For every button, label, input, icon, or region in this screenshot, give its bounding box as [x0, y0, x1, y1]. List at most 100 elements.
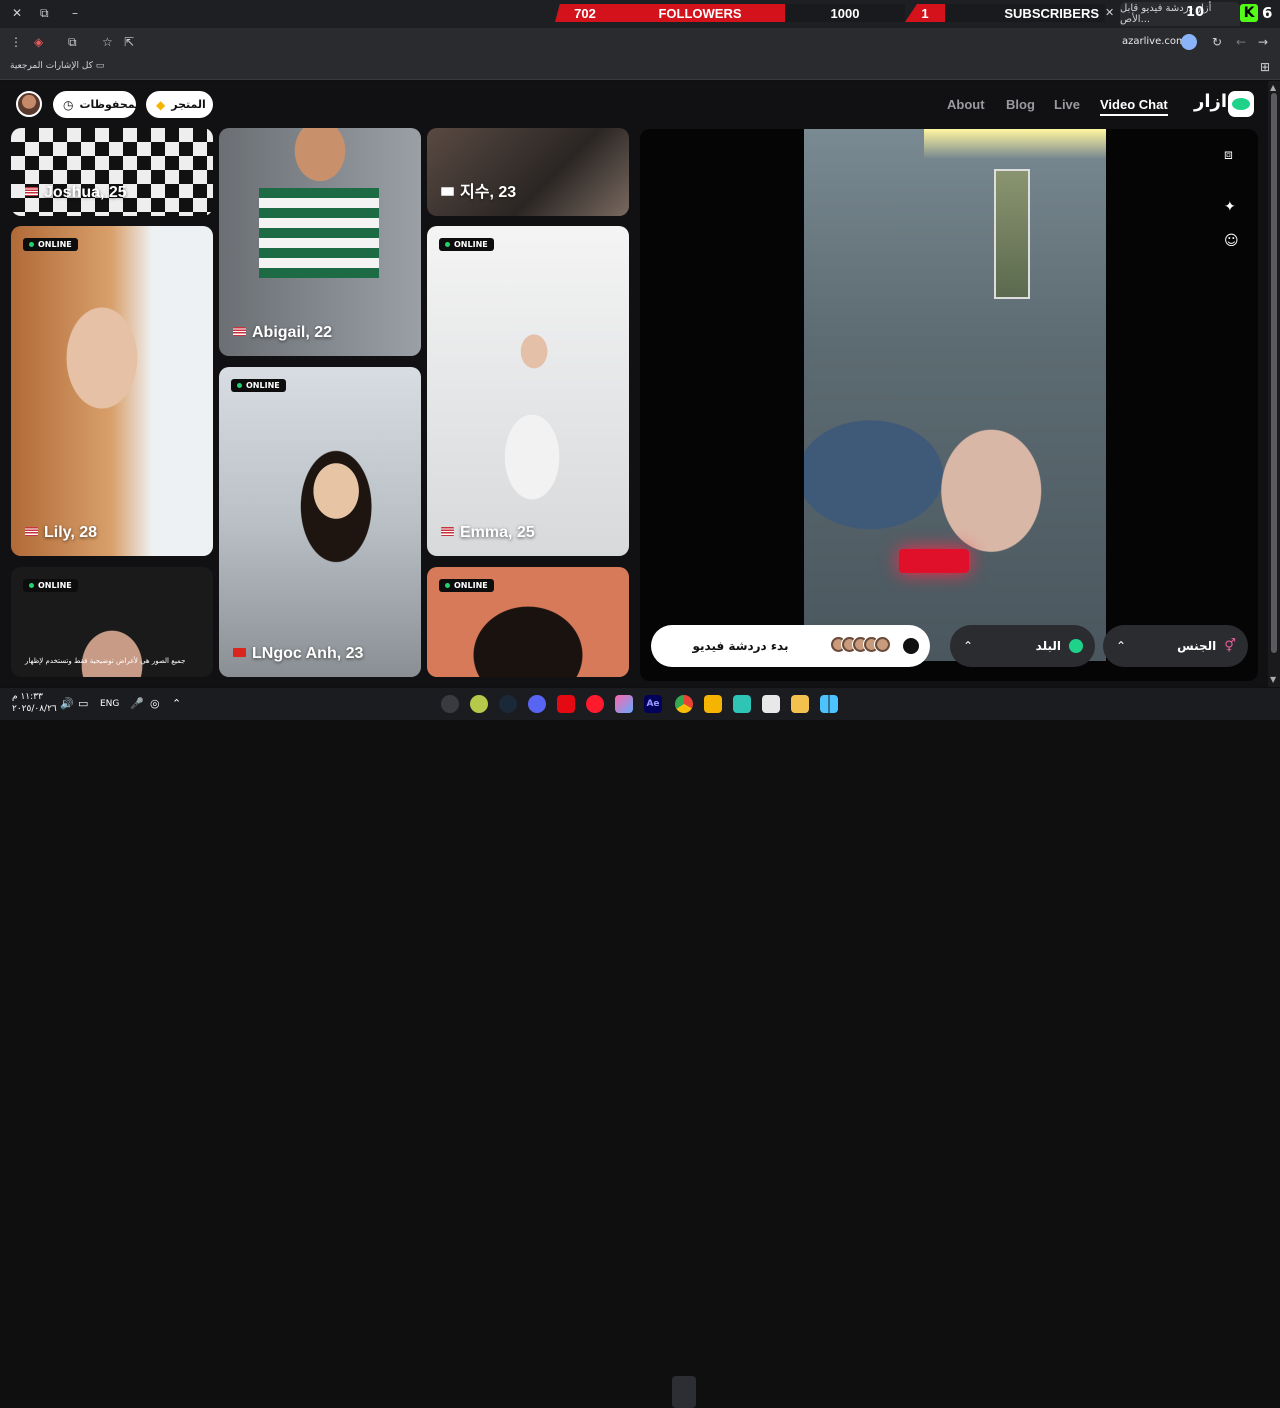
bookmark-star-icon[interactable]: ☆	[102, 35, 113, 49]
expand-icon[interactable]: ⧈	[1224, 147, 1233, 163]
clock-time: ١١:٣٣ م	[12, 692, 43, 702]
scroll-down-icon[interactable]: ▼	[1270, 675, 1276, 684]
close-window-icon[interactable]: ✕	[12, 6, 22, 20]
microphone	[899, 549, 969, 573]
profile-card[interactable]: Joshua, 25	[11, 128, 213, 216]
extension-shield-icon[interactable]: ◈	[34, 35, 43, 49]
profile-name: Lily, 28	[25, 524, 97, 542]
profile-card[interactable]: Abigail, 22	[219, 128, 421, 356]
nav-video-chat[interactable]: Video Chat	[1100, 97, 1168, 116]
language-indicator[interactable]: ENG	[100, 699, 119, 709]
azar-site: ◷ المحفوظات ◆ المتجر About Blog Live Vid…	[0, 81, 1268, 687]
sparkle-effects-icon[interactable]: ✦	[1224, 199, 1236, 215]
url-text[interactable]: azarlive.com	[1122, 36, 1186, 47]
profile-card[interactable]: ONLINE Emma, 25	[427, 226, 629, 556]
address-bar: ⋮ ◈ ⧉ ☆ ⇱ azarlive.com ↻ ← →	[0, 28, 1280, 56]
nav-live[interactable]: Live	[1054, 97, 1080, 112]
app-icon[interactable]	[470, 695, 488, 713]
wall-poster	[994, 169, 1030, 299]
gender-label: الجنس	[1177, 639, 1217, 653]
microphone-icon[interactable]: 🎤	[130, 697, 144, 710]
active-app-highlight	[672, 1376, 696, 1408]
nav-blog[interactable]: Blog	[1006, 97, 1035, 112]
country-label: البلد	[1035, 639, 1061, 653]
apps-grid-icon[interactable]: ⊞	[1260, 60, 1270, 74]
reload-icon[interactable]: ↻	[1212, 35, 1222, 49]
store-label: المتجر	[171, 98, 206, 111]
profile-card[interactable]: 지수, 23	[427, 128, 629, 216]
opera-icon[interactable]	[586, 695, 604, 713]
back-icon[interactable]: →	[1258, 35, 1268, 49]
us-flag-icon	[25, 527, 38, 536]
profile-name: Joshua, 25	[25, 184, 127, 202]
us-flag-icon	[441, 527, 454, 536]
steam-icon[interactable]	[499, 695, 517, 713]
title-bar: ✕ ⧉ – 702 FOLLOWERS 1000 1 SUBSCRIBERS ✕…	[0, 0, 1280, 28]
tab-close-icon[interactable]: ✕	[1105, 6, 1114, 19]
all-bookmarks-label: كل الإشارات المرجعية	[10, 61, 93, 71]
brand-name[interactable]: ازار	[1194, 91, 1227, 112]
gem-icon: ◆	[156, 97, 166, 112]
app-icon[interactable]	[733, 695, 751, 713]
restore-window-icon[interactable]: ⧉	[40, 6, 49, 21]
site-info-icon[interactable]	[1181, 34, 1197, 50]
profile-card[interactable]: ONLINE	[427, 567, 629, 677]
tab-number: 10	[1186, 5, 1205, 20]
profile-card[interactable]: ONLINE Lily, 28	[11, 226, 213, 556]
profile-name: LNgoc Anh, 23	[233, 645, 363, 663]
store-button[interactable]: ◆ المتجر	[146, 91, 213, 118]
scroll-up-icon[interactable]: ▲	[1270, 83, 1276, 92]
menu-icon[interactable]: ⋮	[10, 35, 22, 49]
profile-name: 지수, 23	[441, 178, 516, 202]
face-mask-icon[interactable]: ☺	[1224, 233, 1239, 249]
file-explorer-icon[interactable]	[791, 695, 809, 713]
online-badge: ONLINE	[23, 238, 78, 251]
camera-icon	[903, 638, 919, 654]
taskbar-clock[interactable]: ١١:٣٣ م ٢٠٢٥/٠٨/٢٦	[12, 691, 57, 715]
after-effects-icon[interactable]: Ae	[644, 695, 662, 713]
profile-name: Abigail, 22	[233, 324, 332, 342]
volume-icon[interactable]: 🔊	[60, 697, 74, 710]
clock-icon: ◷	[63, 97, 74, 112]
start-video-chat-label: بدء دردشة فيديو	[692, 639, 789, 653]
azar-logo-icon[interactable]	[1228, 91, 1254, 117]
followers-label: FOLLOWERS	[615, 4, 785, 22]
gender-icon: ⚥	[1224, 638, 1236, 654]
store-icon[interactable]	[762, 695, 780, 713]
netflix-icon[interactable]	[557, 695, 575, 713]
profile-card[interactable]: ONLINE LNgoc Anh, 23	[219, 367, 421, 677]
profile-card[interactable]: ONLINE جميع الصور هي لأغراض توضيحية فقط …	[11, 567, 213, 677]
page-scrollbar[interactable]: ▲ ▼	[1268, 81, 1280, 687]
profile-name: Emma, 25	[441, 524, 535, 542]
chrome-icon[interactable]	[675, 695, 693, 713]
windows-start-icon[interactable]	[820, 695, 838, 713]
nav-about[interactable]: About	[947, 97, 985, 112]
stream-overlay-bar: 702 FOLLOWERS 1000 1 SUBSCRIBERS	[555, 4, 1115, 22]
vn-flag-icon	[233, 648, 246, 657]
obs-icon[interactable]	[441, 695, 459, 713]
avatar[interactable]	[16, 91, 42, 117]
minimize-window-icon[interactable]: –	[72, 6, 78, 20]
scroll-thumb[interactable]	[1271, 93, 1277, 653]
all-bookmarks-folder[interactable]: كل الإشارات المرجعية ▭	[10, 61, 104, 71]
photos-icon[interactable]	[615, 695, 633, 713]
forward-icon[interactable]: ←	[1236, 35, 1246, 49]
install-app-icon[interactable]: ⇱	[124, 35, 134, 49]
subscribers-label: SUBSCRIBERS	[945, 4, 1105, 22]
rockstar-icon[interactable]	[704, 695, 722, 713]
discord-icon[interactable]	[528, 695, 546, 713]
tab-count: 6	[1262, 4, 1273, 22]
chevron-up-icon[interactable]: ⌃	[1116, 639, 1126, 653]
browser-tab[interactable]: أزار دردشة فيديو قابل الأص...	[1120, 2, 1240, 26]
saved-button[interactable]: ◷ المحفوظات	[53, 91, 143, 118]
chevron-up-icon[interactable]: ⌃	[172, 697, 181, 710]
us-flag-icon	[233, 327, 246, 336]
subscribers-goal: 1000	[785, 4, 905, 22]
extensions-icon[interactable]: ⧉	[68, 35, 77, 50]
display-icon[interactable]: ▭	[78, 697, 88, 710]
chevron-up-icon[interactable]: ⌃	[963, 639, 973, 653]
us-flag-icon	[25, 187, 38, 196]
disclaimer-caption: جميع الصور هي لأغراض توضيحية فقط وتستخدم…	[25, 657, 186, 665]
tray-app-icon[interactable]: ◎	[150, 697, 160, 710]
camera-preview	[804, 129, 1106, 661]
